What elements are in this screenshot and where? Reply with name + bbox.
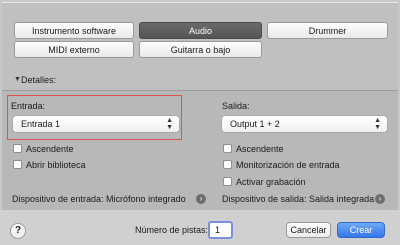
input-ascending-checkbox[interactable] xyxy=(13,144,22,153)
open-library-label: Abrir biblioteca xyxy=(26,160,86,170)
popup-arrows-icon: ▲ ▼ xyxy=(374,117,381,131)
record-enable-checkbox[interactable] xyxy=(223,177,232,186)
new-track-dialog: Instrumento software Audio Drummer MIDI … xyxy=(0,0,400,245)
output-device-arrow-icon[interactable]: › xyxy=(375,194,385,204)
track-type-selector: Instrumento software Audio Drummer MIDI … xyxy=(2,2,398,73)
input-monitoring-checkbox[interactable] xyxy=(223,160,232,169)
details-label: Detalles: xyxy=(21,75,57,85)
record-enable-label: Activar grabación xyxy=(236,177,306,187)
help-button[interactable]: ? xyxy=(10,223,26,239)
input-device-info: Dispositivo de entrada: Micrófono integr… xyxy=(12,194,186,204)
input-ascending-label: Ascendente xyxy=(26,144,74,154)
details-disclosure[interactable]: ▼ Detalles: xyxy=(2,72,398,90)
input-highlight-box xyxy=(7,95,182,140)
tab-external-midi[interactable]: MIDI externo xyxy=(14,41,134,58)
output-label: Salida: xyxy=(222,101,250,111)
input-device-arrow-icon[interactable]: › xyxy=(196,194,206,204)
tab-audio[interactable]: Audio xyxy=(139,22,262,39)
dialog-footer: ? Número de pistas: 1 Cancelar Crear xyxy=(0,210,400,245)
output-device-info: Dispositivo de salida: Salida integrada xyxy=(222,194,375,204)
tracks-count-label: Número de pistas: xyxy=(135,225,209,235)
cancel-button[interactable]: Cancelar xyxy=(286,222,331,238)
tab-drummer[interactable]: Drummer xyxy=(267,22,388,39)
tracks-count-field[interactable]: 1 xyxy=(208,221,233,239)
input-monitoring-label: Monitorización de entrada xyxy=(236,160,340,170)
output-ascending-label: Ascendente xyxy=(236,144,284,154)
open-library-checkbox[interactable] xyxy=(13,160,22,169)
create-button[interactable]: Crear xyxy=(337,222,385,238)
disclosure-triangle-icon[interactable]: ▼ xyxy=(14,76,21,83)
tab-guitar-bass[interactable]: Guitarra o bajo xyxy=(139,41,262,58)
tab-software-instrument[interactable]: Instrumento software xyxy=(14,22,134,39)
output-popup[interactable]: Output 1 + 2 ▲ ▼ xyxy=(221,115,388,133)
output-value: Output 1 + 2 xyxy=(230,119,280,129)
output-ascending-checkbox[interactable] xyxy=(223,144,232,153)
